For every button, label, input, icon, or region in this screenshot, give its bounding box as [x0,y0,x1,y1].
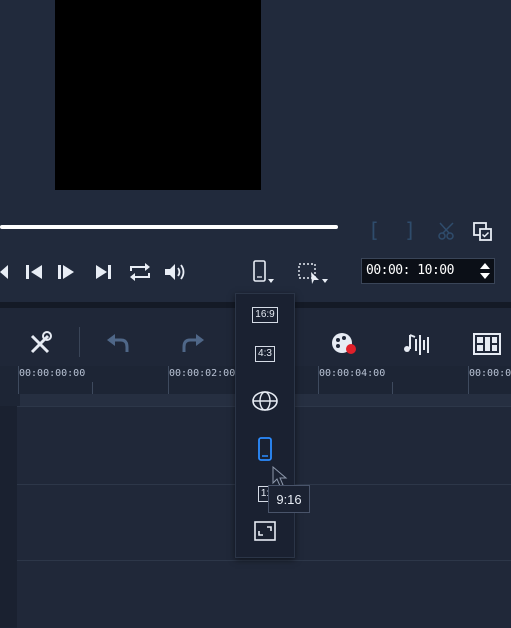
aspect-4-3-option[interactable]: 4:3 [247,341,283,367]
ruler-tick [92,382,93,394]
ruler-tick [392,382,393,394]
video-preview [55,0,261,190]
skip-next-icon[interactable] [94,263,114,281]
portrait-phone-icon [257,437,273,461]
aspect-16-9-label: 16:9 [252,307,278,323]
globe-icon [251,390,279,412]
fit-screen-icon [253,520,277,542]
aspect-fit-option[interactable] [247,518,283,544]
storyboard-view-icon[interactable] [472,331,502,357]
aspect-tooltip: 9:16 [268,485,310,513]
play-icon[interactable] [56,263,76,281]
selection-tool-dropdown-icon[interactable] [297,262,331,286]
audio-mixer-icon[interactable] [402,331,432,357]
skip-previous-icon[interactable] [0,263,10,281]
aspect-360-option[interactable] [247,388,283,414]
ruler-label: 00:00:02:00 [169,368,236,379]
ruler-tick [168,366,169,394]
mark-out-button[interactable]: ] [404,218,416,242]
timeline-track[interactable] [17,560,511,628]
ruler-label: 00:00:0 [469,368,511,379]
ruler-tick [318,366,319,394]
timecode-value: 00:00: 10:00 [366,263,454,278]
timecode-stepper-icon[interactable] [478,260,492,282]
aspect-ratio-dropdown-icon[interactable] [251,259,277,285]
split-clip-icon[interactable] [436,220,458,242]
aspect-9-16-option[interactable] [247,436,283,462]
copy-frame-icon[interactable] [472,221,494,243]
undo-icon[interactable] [105,332,131,356]
track-header-strip [0,406,18,627]
mark-in-button[interactable]: [ [368,218,380,242]
toolbar-separator [79,327,80,357]
volume-icon[interactable] [163,262,189,282]
ruler-tick [468,366,469,394]
tools-icon[interactable] [28,330,54,356]
ruler-label: 00:00:04:00 [319,368,386,379]
ruler-label: 00:00:00:00 [19,368,86,379]
timecode-display[interactable]: 00:00: 10:00 [361,258,495,284]
record-capture-icon[interactable] [330,331,358,357]
playback-scrubber[interactable] [0,225,338,229]
repeat-icon[interactable] [128,262,152,282]
aspect-16-9-option[interactable]: 16:9 [247,302,283,328]
aspect-4-3-label: 4:3 [255,346,275,362]
frame-back-icon[interactable] [24,263,44,281]
aspect-ratio-menu: 16:9 4:3 1: [235,293,295,558]
ruler-tick [18,366,19,394]
redo-icon[interactable] [180,332,206,356]
